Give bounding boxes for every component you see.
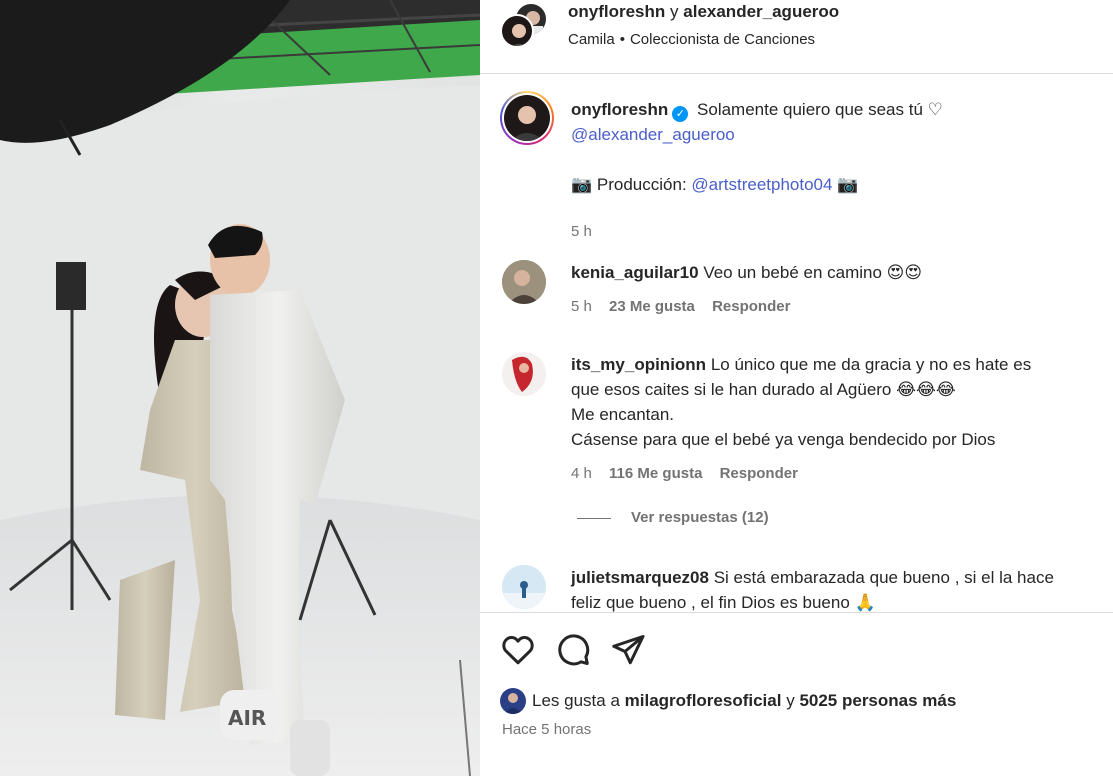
comment-line: Me encantan. bbox=[571, 405, 675, 424]
svg-text:AIR: AIR bbox=[228, 706, 266, 730]
comment-meta: 4 h 116 Me gusta Responder bbox=[571, 465, 811, 482]
avatar[interactable] bbox=[502, 260, 546, 304]
separator-dot: • bbox=[619, 31, 625, 48]
caption-meta: 5 h bbox=[571, 223, 605, 240]
likes-summary[interactable]: Les gusta a milagrofloresoficial y 5025 … bbox=[500, 688, 956, 714]
audio-info[interactable]: Camila • Coleccionista de Canciones bbox=[568, 31, 815, 48]
likes-prefix: Les gusta a bbox=[532, 691, 620, 710]
story-ring[interactable] bbox=[500, 91, 554, 145]
caption: onyfloreshn ✓ Solamente quiero que seas t… bbox=[500, 91, 1100, 241]
view-replies-label: Ver respuestas (12) bbox=[631, 509, 769, 526]
comment-text: julietsmarquez08 Si está embarazada que … bbox=[571, 565, 1081, 612]
comment-time[interactable]: 5 h bbox=[571, 298, 592, 315]
avatar bbox=[504, 95, 550, 141]
audio-title: Coleccionista de Canciones bbox=[629, 31, 816, 48]
likes-others[interactable]: 5025 personas más bbox=[799, 691, 956, 710]
comment-text: its_my_opinionn Lo único que me da graci… bbox=[571, 352, 1081, 452]
avatar[interactable] bbox=[502, 565, 546, 609]
comment-text: kenia_aguilar10 Veo un bebé en camino 😍😍 bbox=[571, 260, 1081, 285]
production-label: 📷 Producción: bbox=[571, 175, 687, 194]
avatar bbox=[500, 688, 526, 714]
caption-username[interactable]: onyfloreshn bbox=[571, 100, 668, 119]
post-title: onyfloreshn y alexander_agueroo bbox=[568, 2, 839, 22]
comment-line: Si está embarazada que bueno , si el la … bbox=[713, 568, 1054, 587]
likes-connector: y bbox=[786, 691, 795, 710]
comment-line: Lo único que me da gracia y no es hate e… bbox=[710, 355, 1032, 374]
comment-likes[interactable]: 116 Me gusta bbox=[609, 465, 702, 482]
comments-list[interactable]: onyfloreshn ✓ Solamente quiero que seas t… bbox=[480, 75, 1113, 612]
caption-mention[interactable]: @alexander_agueroo bbox=[571, 125, 735, 144]
post-details-panel: onyfloreshn y alexander_agueroo Camila • C… bbox=[480, 0, 1113, 776]
collab-avatars[interactable] bbox=[500, 2, 548, 48]
comment-line: que esos caites si le han durado al Agüe… bbox=[571, 380, 956, 399]
comment-line: feliz que bueno , el fin Dios es bueno 🙏 bbox=[571, 593, 876, 612]
comment-meta: 5 h 23 Me gusta Responder bbox=[571, 298, 803, 315]
post-actions: Les gusta a milagrofloresoficial y 5025 … bbox=[480, 612, 1113, 776]
liker-username[interactable]: milagrofloresoficial bbox=[625, 691, 782, 710]
caption-text: onyfloreshn ✓ Solamente quiero que seas t… bbox=[571, 97, 1081, 197]
comment-item: its_my_opinionn Lo único que me da graci… bbox=[500, 352, 1100, 522]
photo-illustration: AIR bbox=[0, 0, 480, 776]
comment-icon bbox=[558, 634, 590, 666]
collab-user-2[interactable]: alexander_agueroo bbox=[683, 2, 839, 21]
reply-button[interactable]: Responder bbox=[720, 465, 798, 482]
avatar[interactable] bbox=[502, 352, 546, 396]
production-mention[interactable]: @artstreetphoto04 bbox=[691, 175, 832, 194]
comment-button[interactable] bbox=[555, 632, 591, 668]
comment-username[interactable]: julietsmarquez08 bbox=[571, 568, 709, 587]
comment-item: kenia_aguilar10 Veo un bebé en camino 😍😍… bbox=[500, 260, 1100, 320]
comment-username[interactable]: kenia_aguilar10 bbox=[571, 263, 699, 282]
title-connector: y bbox=[670, 2, 679, 21]
post-photo[interactable]: AIR bbox=[0, 0, 480, 776]
comment-line: Cásense para que el bebé ya venga bendec… bbox=[571, 430, 996, 449]
audio-artist: Camila bbox=[568, 31, 615, 48]
heart-icon bbox=[502, 635, 534, 665]
collab-user-1[interactable]: onyfloreshn bbox=[568, 2, 665, 21]
comment-time[interactable]: 4 h bbox=[571, 465, 592, 482]
comment-likes[interactable]: 23 Me gusta bbox=[609, 298, 695, 315]
post-header: onyfloreshn y alexander_agueroo Camila • C… bbox=[480, 0, 1113, 74]
comment-item: julietsmarquez08 Si está embarazada que … bbox=[500, 565, 1100, 612]
reply-button[interactable]: Responder bbox=[712, 298, 790, 315]
post-timestamp[interactable]: Hace 5 horas bbox=[502, 721, 591, 738]
caption-time[interactable]: 5 h bbox=[571, 223, 592, 240]
view-replies-button[interactable]: Ver respuestas (12) bbox=[577, 509, 769, 526]
like-button[interactable] bbox=[500, 632, 536, 668]
comment-body: Veo un bebé en camino 😍😍 bbox=[703, 263, 923, 282]
verified-badge-icon: ✓ bbox=[672, 106, 689, 122]
send-icon bbox=[612, 635, 645, 665]
comment-username[interactable]: its_my_opinionn bbox=[571, 355, 706, 374]
caption-body: Solamente quiero que seas tú ♡ bbox=[697, 100, 943, 119]
camera-emoji: 📷 bbox=[837, 175, 859, 194]
share-button[interactable] bbox=[610, 632, 646, 668]
avatar bbox=[500, 14, 534, 48]
replies-divider bbox=[577, 517, 611, 519]
